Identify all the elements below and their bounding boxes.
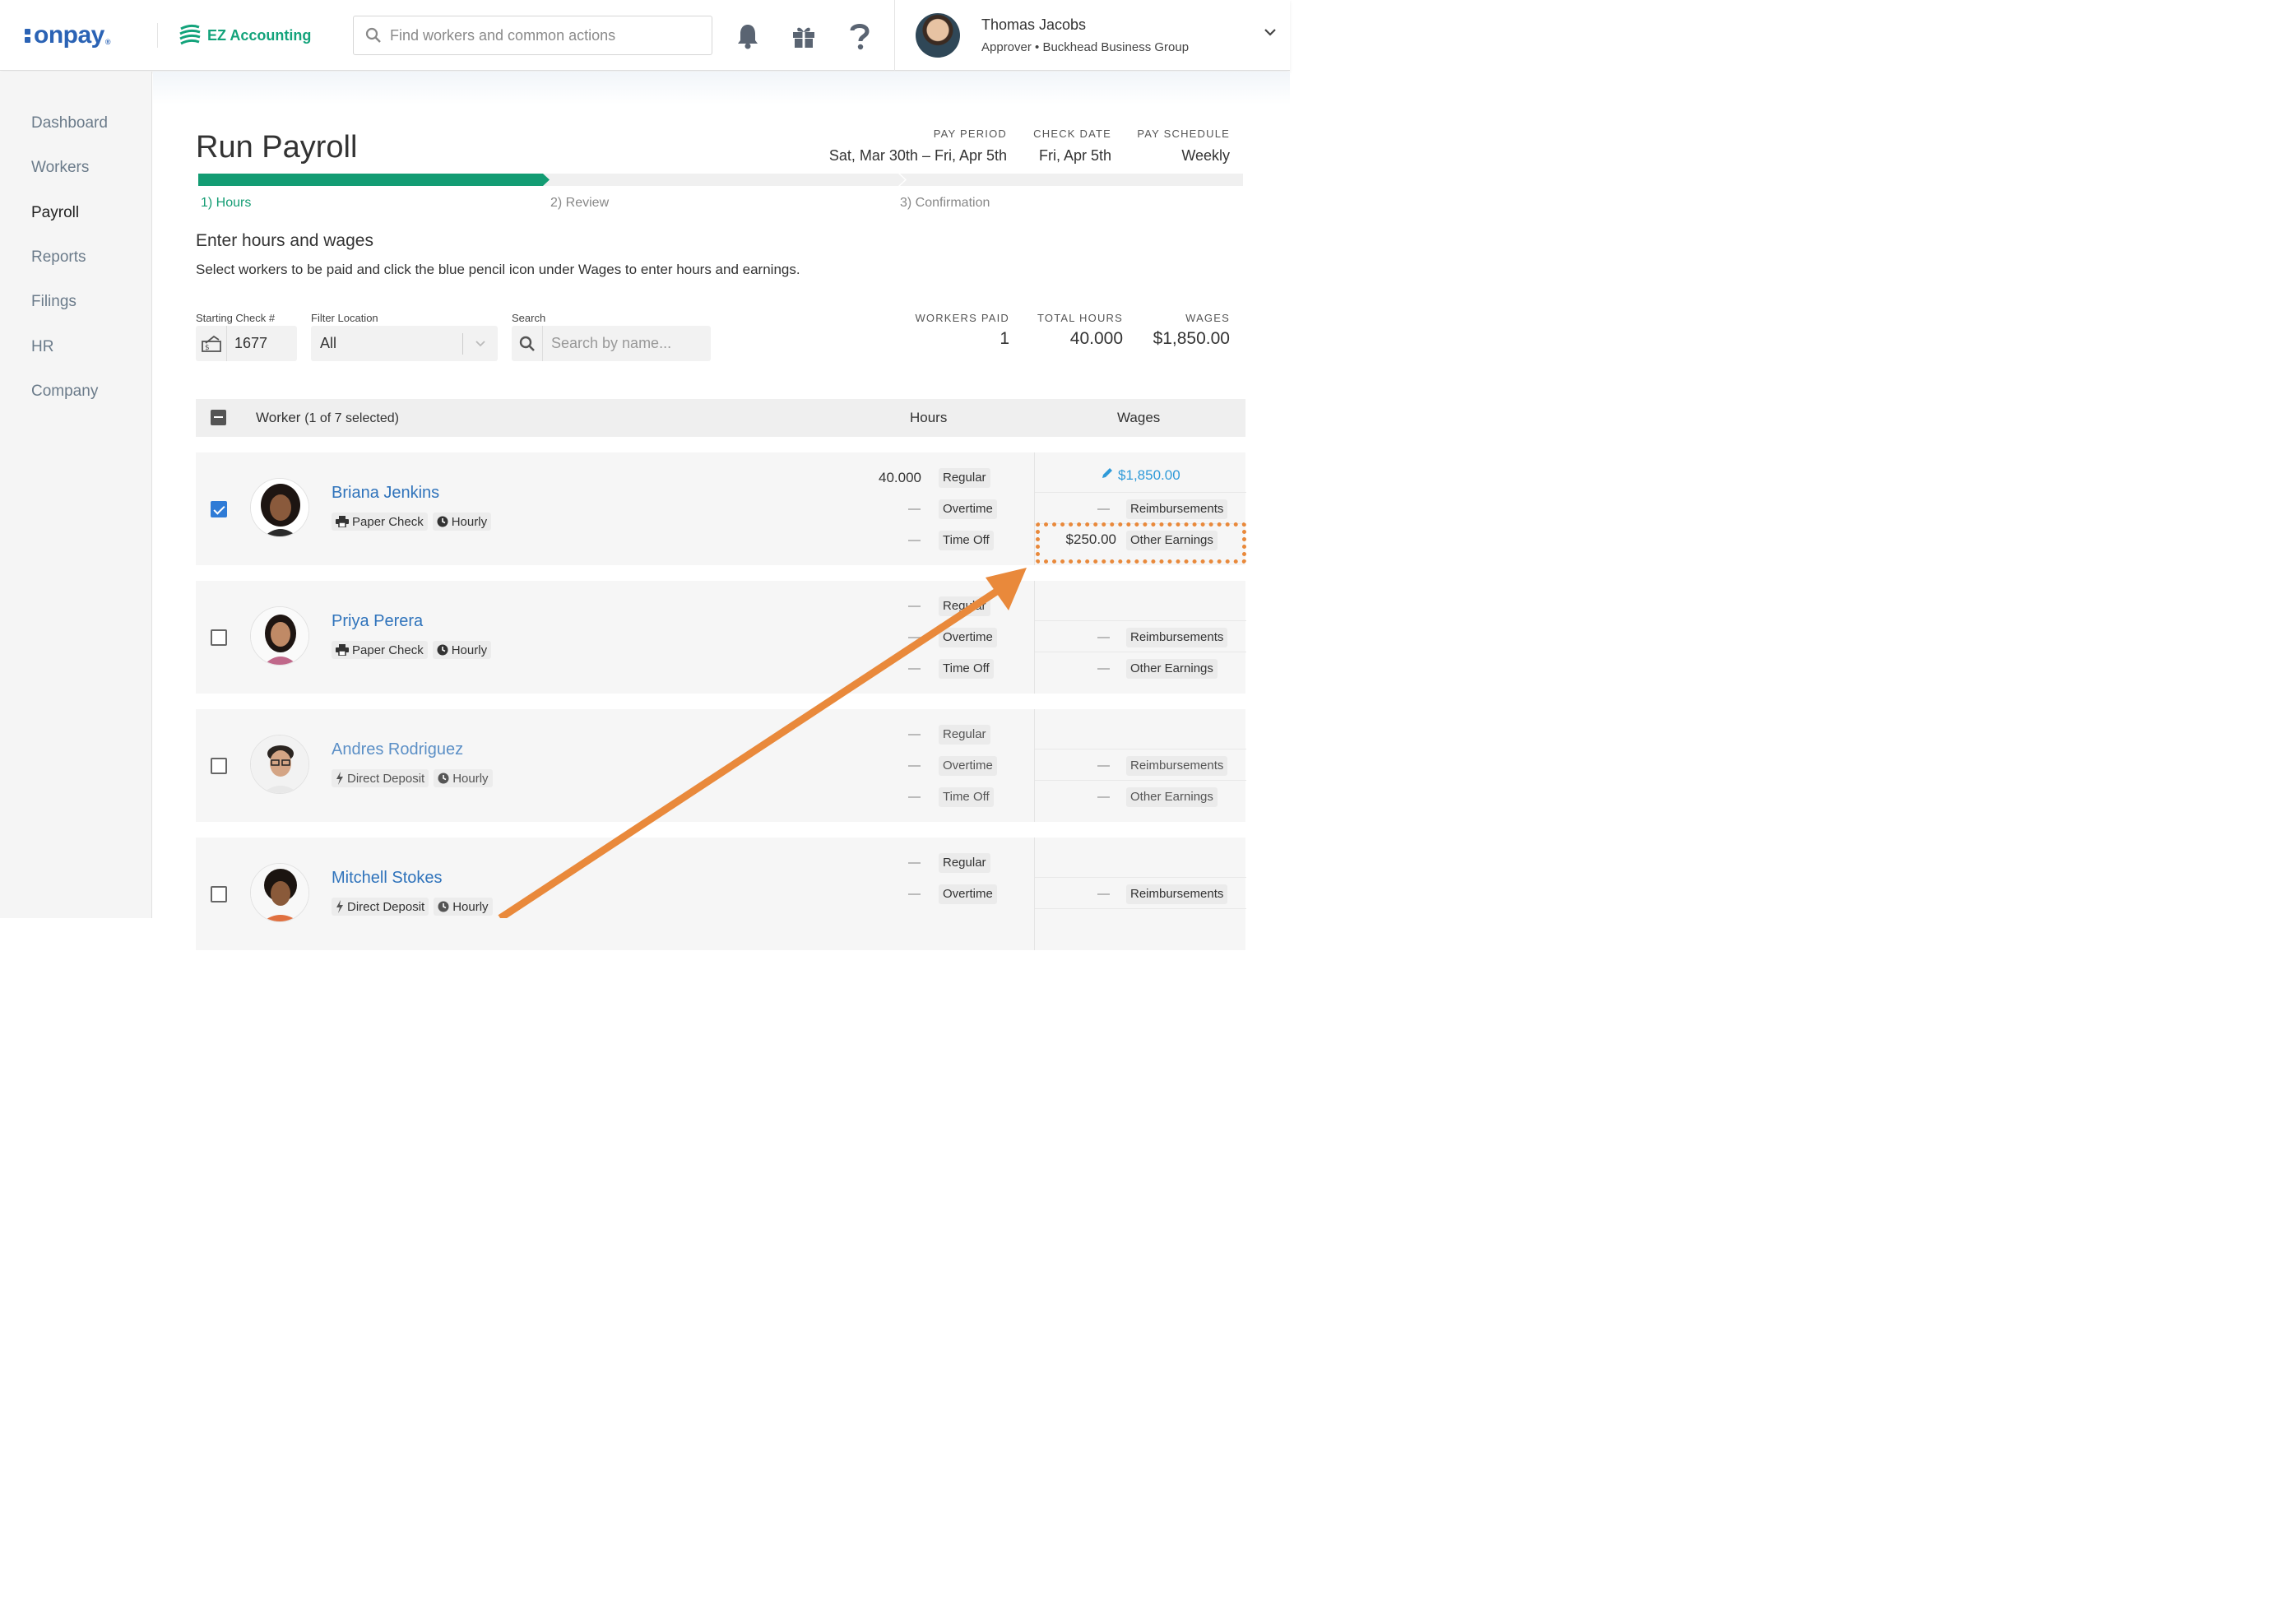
- annotation-arrow: [498, 568, 1027, 918]
